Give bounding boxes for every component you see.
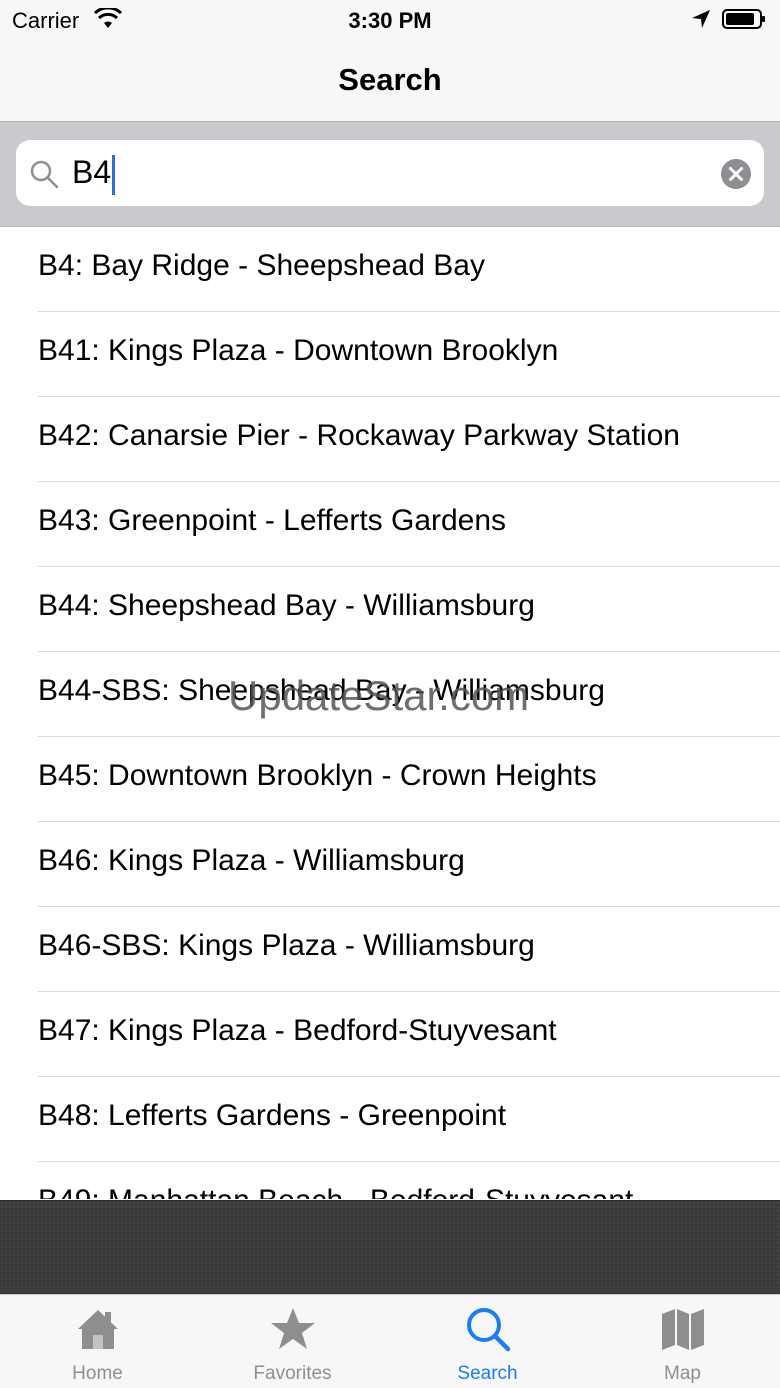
map-icon [662,1309,704,1350]
tab-label: Map [664,1363,701,1384]
search-query: B4 [72,154,116,195]
results-list: B4: Bay Ridge - Sheepshead Bay B41: King… [0,227,780,1199]
star-icon [271,1308,315,1349]
navigation-bar: Search [0,40,780,122]
list-item[interactable]: B44-SBS: Sheepshead Bay - Williamsburg [0,652,780,737]
route-name: B47: Kings Plaza - Bedford-Stuyvesant [38,1014,557,1047]
list-item[interactable]: B47: Kings Plaza - Bedford-Stuyvesant [0,992,780,1077]
tab-search[interactable]: Search [390,1295,585,1388]
list-item[interactable]: B42: Canarsie Pier - Rockaway Parkway St… [0,397,780,482]
list-item[interactable]: B46: Kings Plaza - Williamsburg [0,822,780,907]
location-arrow-icon [692,10,710,28]
home-icon [78,1310,118,1349]
tab-label: Favorites [253,1363,332,1384]
ad-banner[interactable] [0,1200,780,1295]
route-name: B48: Lefferts Gardens - Greenpoint [38,1099,507,1132]
clock: 3:30 PM [348,8,432,33]
route-name: B46-SBS: Kings Plaza - Williamsburg [38,929,535,962]
search-icon [467,1308,511,1352]
route-name: B42: Canarsie Pier - Rockaway Parkway St… [38,419,680,452]
route-name: B41: Kings Plaza - Downtown Brooklyn [38,334,559,367]
list-item[interactable]: B4: Bay Ridge - Sheepshead Bay [0,227,780,312]
list-item[interactable]: B41: Kings Plaza - Downtown Brooklyn [0,312,780,397]
list-item[interactable]: B49: Manhattan Beach - Bedford-Stuyvesan… [0,1162,780,1199]
route-name: B45: Downtown Brooklyn - Crown Heights [38,759,597,792]
status-bar: Carrier 3:30 PM [0,0,780,40]
list-item[interactable]: B45: Downtown Brooklyn - Crown Heights [0,737,780,822]
page-title: Search [338,62,442,97]
list-item[interactable]: B44: Sheepshead Bay - Williamsburg [0,567,780,652]
magnifier-icon [30,160,59,189]
route-name: B43: Greenpoint - Lefferts Gardens [38,504,507,537]
tab-home[interactable]: Home [0,1295,195,1388]
search-input[interactable]: B4 [16,140,764,206]
route-name: B44-SBS: Sheepshead Bay - Williamsburg [38,674,605,707]
battery-icon [722,9,765,29]
tab-map[interactable]: Map [585,1295,780,1388]
tab-label: Search [457,1363,518,1384]
route-name: B44: Sheepshead Bay - Williamsburg [38,589,535,622]
clear-search-icon[interactable] [720,158,752,190]
text-caret [112,154,116,195]
list-item[interactable]: B48: Lefferts Gardens - Greenpoint [0,1077,780,1162]
route-name: B49: Manhattan Beach - Bedford-Stuyvesan… [38,1184,633,1199]
route-name: B4: Bay Ridge - Sheepshead Bay [38,249,485,282]
tab-favorites[interactable]: Favorites [195,1295,390,1388]
tab-label: Home [72,1363,123,1384]
tab-bar: Home Favorites Search Map [0,1294,780,1388]
list-item[interactable]: B43: Greenpoint - Lefferts Gardens [0,482,780,567]
search-bar: B4 [0,122,780,227]
route-name: B46: Kings Plaza - Williamsburg [38,844,465,877]
list-item[interactable]: B46-SBS: Kings Plaza - Williamsburg [0,907,780,992]
